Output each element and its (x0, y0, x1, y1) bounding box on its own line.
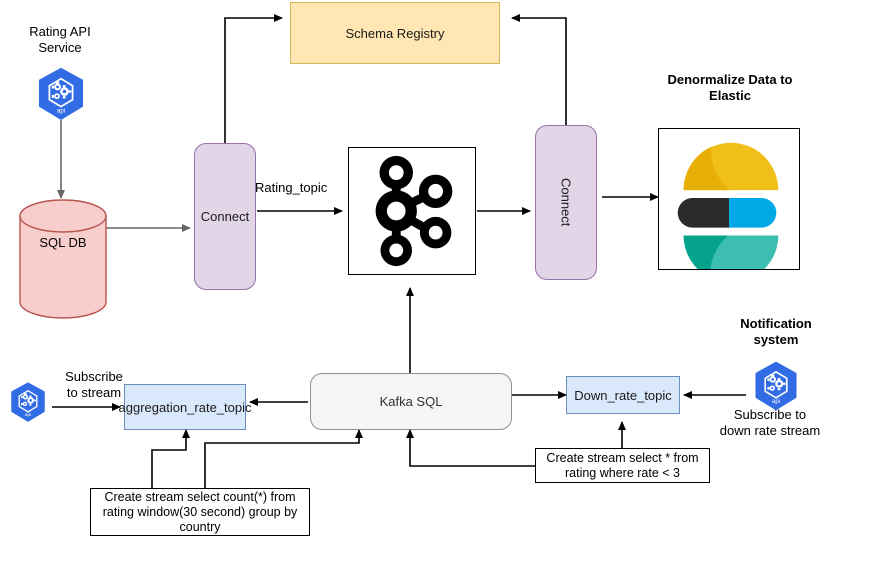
connect-source-label: Connect (200, 209, 250, 224)
aggregation-query-box[interactable]: Create stream select count(*) from ratin… (90, 488, 310, 536)
down-rate-topic-label: Down_rate_topic (574, 387, 672, 403)
rating-api-service-icon: api (30, 66, 92, 124)
elastic-node[interactable] (658, 128, 800, 270)
kubernetes-api-icon-caption: api (772, 399, 780, 405)
elastic-caption: Denormalize Data to Elastic (667, 72, 793, 103)
kubernetes-api-icon: api (755, 361, 797, 411)
subscribe-to-stream-edge-label: Subscribe to stream (65, 369, 123, 400)
kafka-broker-node[interactable] (348, 147, 476, 275)
down-rate-query-box[interactable]: Create stream select * from rating where… (535, 448, 710, 483)
notification-system-icon: api (748, 360, 804, 414)
subscribe-down-rate-edge-label: Subscribe to down rate stream (719, 407, 821, 438)
notification-system-label: Notification system (740, 316, 812, 347)
edge-aggregation-query-to-kafkasql (204, 429, 363, 488)
sql-db-node (18, 198, 108, 320)
down-rate-query-text: Create stream select * from rating where… (546, 450, 699, 480)
kubernetes-api-icon-caption: api (57, 107, 66, 114)
stream-subscriber-icon: api (5, 381, 51, 425)
schema-registry-node[interactable]: Schema Registry (290, 2, 500, 64)
aggregation-query-text: Create stream select count(*) from ratin… (102, 489, 298, 534)
sql-db-cylinder-top (19, 199, 107, 233)
sql-db-label: SQL DB (39, 234, 87, 250)
schema-registry-label: Schema Registry (345, 25, 445, 41)
kafka-sql-node[interactable]: Kafka SQL (310, 373, 512, 430)
edge-aggregation-query-to-topic (151, 429, 190, 488)
rating-api-service-label: Rating API Service (29, 24, 91, 55)
edge-down-rate-query-to-kafkasql (406, 429, 535, 467)
edge-connect-to-schema-registry (224, 14, 283, 143)
rating-topic-edge-label: Rating_topic (255, 180, 328, 195)
edge-connect-sink-to-schema-registry (511, 14, 567, 125)
aggregation-rate-topic-label: aggregation_rate_topic (118, 399, 252, 415)
kafka-sql-label: Kafka SQL (379, 394, 443, 409)
connect-sink-node[interactable]: Connect (535, 125, 597, 280)
down-rate-topic-node[interactable]: Down_rate_topic (566, 376, 680, 414)
connect-source-node[interactable]: Connect (194, 143, 256, 290)
kubernetes-api-icon: api (11, 382, 45, 422)
apache-kafka-icon (375, 155, 453, 267)
kubernetes-api-icon: api (38, 67, 84, 120)
diagram-canvas: Rating API Service api SQL DB Schema Reg… (0, 0, 892, 580)
kubernetes-api-icon-caption: api (25, 412, 31, 418)
connect-sink-label: Connect (558, 178, 574, 227)
aggregation-rate-topic-node[interactable]: aggregation_rate_topic (119, 384, 252, 430)
elasticsearch-icon (677, 142, 779, 269)
